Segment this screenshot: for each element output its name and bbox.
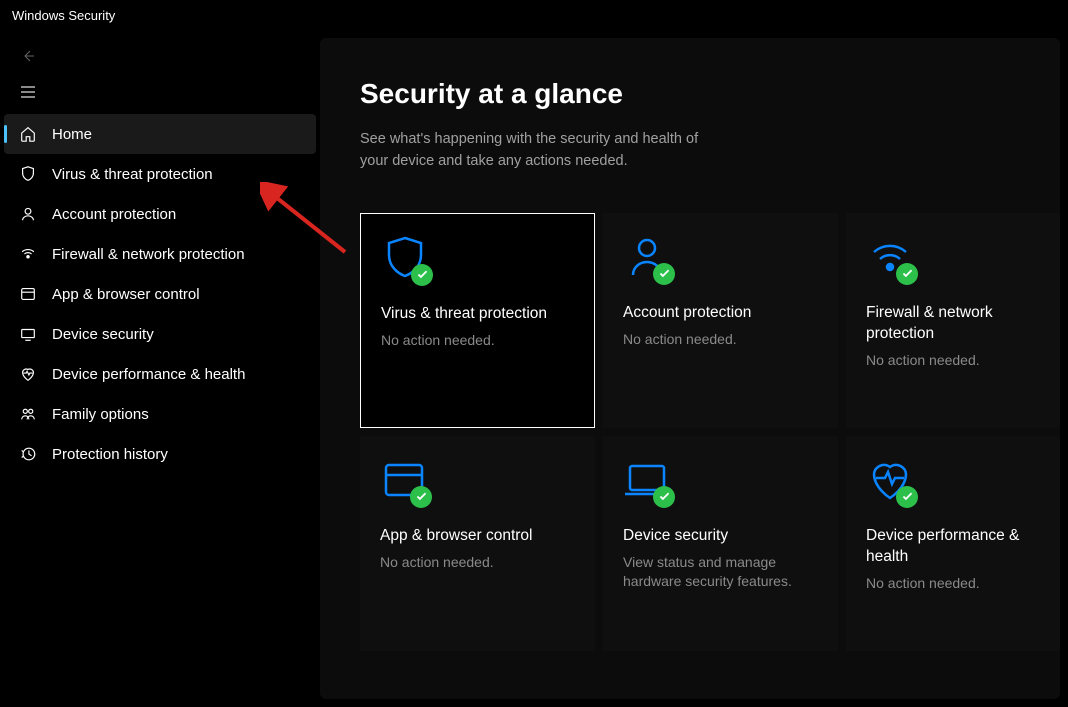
- shield-icon: [18, 164, 38, 184]
- main-content: Security at a glance See what's happenin…: [320, 38, 1060, 699]
- tile-status: No action needed.: [623, 330, 818, 350]
- shield-icon: [381, 234, 429, 282]
- sidebar-item-device-security[interactable]: Device security: [4, 314, 316, 354]
- nav-menu-button[interactable]: [14, 74, 50, 110]
- person-icon: [18, 204, 38, 224]
- health-icon: [18, 364, 38, 384]
- page-title: Security at a glance: [360, 78, 1020, 110]
- tile-performance[interactable]: Device performance & health No action ne…: [846, 436, 1060, 651]
- tile-status: No action needed.: [866, 351, 1060, 371]
- page-subtitle: See what's happening with the security a…: [360, 128, 720, 173]
- tile-grid: Virus & threat protection No action need…: [360, 213, 1020, 651]
- tile-account[interactable]: Account protection No action needed.: [603, 213, 838, 428]
- sidebar-item-label: App & browser control: [52, 286, 200, 303]
- sidebar-item-label: Account protection: [52, 206, 176, 223]
- sidebar-item-label: Device security: [52, 326, 154, 343]
- sidebar-item-label: Virus & threat protection: [52, 166, 213, 183]
- sidebar-item-label: Family options: [52, 406, 149, 423]
- success-badge-icon: [653, 263, 675, 285]
- success-badge-icon: [896, 486, 918, 508]
- sidebar-item-history[interactable]: Protection history: [4, 434, 316, 474]
- tile-virus-threat[interactable]: Virus & threat protection No action need…: [360, 213, 595, 428]
- tile-title: Virus & threat protection: [381, 304, 574, 325]
- tile-status: No action needed.: [380, 553, 575, 573]
- tile-app-browser[interactable]: App & browser control No action needed.: [360, 436, 595, 651]
- family-icon: [18, 404, 38, 424]
- tile-status: No action needed.: [866, 574, 1060, 594]
- tile-status: View status and manage hardware security…: [623, 553, 818, 592]
- tile-status: No action needed.: [381, 331, 574, 351]
- success-badge-icon: [896, 263, 918, 285]
- sidebar-item-firewall[interactable]: Firewall & network protection: [4, 234, 316, 274]
- tile-firewall[interactable]: Firewall & network protection No action …: [846, 213, 1060, 428]
- browser-icon: [18, 284, 38, 304]
- tile-title: Firewall & network protection: [866, 303, 1060, 345]
- back-button[interactable]: [14, 38, 50, 74]
- success-badge-icon: [410, 486, 432, 508]
- device-icon: [623, 456, 671, 504]
- sidebar-item-account[interactable]: Account protection: [4, 194, 316, 234]
- success-badge-icon: [411, 264, 433, 286]
- device-icon: [18, 324, 38, 344]
- network-icon: [18, 244, 38, 264]
- history-icon: [18, 444, 38, 464]
- sidebar-item-performance[interactable]: Device performance & health: [4, 354, 316, 394]
- home-icon: [18, 124, 38, 144]
- sidebar-item-label: Firewall & network protection: [52, 246, 245, 263]
- success-badge-icon: [653, 486, 675, 508]
- window-title: Windows Security: [12, 8, 115, 23]
- sidebar-item-label: Device performance & health: [52, 366, 245, 383]
- sidebar-item-virus-threat[interactable]: Virus & threat protection: [4, 154, 316, 194]
- sidebar-item-label: Home: [52, 126, 92, 143]
- tile-title: Account protection: [623, 303, 818, 324]
- health-icon: [866, 456, 914, 504]
- tile-device-security[interactable]: Device security View status and manage h…: [603, 436, 838, 651]
- tile-title: Device security: [623, 526, 818, 547]
- sidebar: Home Virus & threat protection Account p…: [0, 30, 320, 707]
- tile-title: App & browser control: [380, 526, 575, 547]
- network-icon: [866, 233, 914, 281]
- browser-icon: [380, 456, 428, 504]
- sidebar-item-family[interactable]: Family options: [4, 394, 316, 434]
- sidebar-item-app-browser[interactable]: App & browser control: [4, 274, 316, 314]
- sidebar-item-home[interactable]: Home: [4, 114, 316, 154]
- sidebar-item-label: Protection history: [52, 446, 168, 463]
- tile-title: Device performance & health: [866, 526, 1060, 568]
- person-icon: [623, 233, 671, 281]
